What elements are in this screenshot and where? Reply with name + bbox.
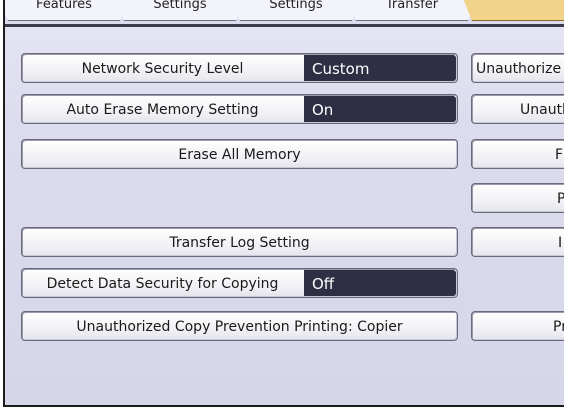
tab-label: Settings [269, 0, 323, 12]
right-button-row5-label: I [558, 235, 563, 251]
right-button-row5[interactable]: I [471, 227, 564, 257]
right-button-row4-label: P [557, 184, 564, 212]
right-button-row1[interactable]: Unauthorize [471, 53, 564, 83]
tab-transfer[interactable]: Transfer [347, 0, 477, 21]
erase-all-memory-button[interactable]: Erase All Memory [21, 139, 458, 169]
right-button-row2[interactable]: Unauth [471, 94, 564, 124]
unauthorized-copy-prevention-button[interactable]: Unauthorized Copy Prevention Printing: C… [21, 311, 458, 341]
detect-data-security-value: Off [304, 270, 456, 296]
transfer-log-setting-button[interactable]: Transfer Log Setting [21, 227, 458, 257]
tab-bar: Features Settings Settings Transfer [5, 0, 564, 27]
right-button-row7-label: Pr [553, 319, 564, 335]
erase-all-memory-label: Erase All Memory [178, 147, 301, 163]
tab-label: Features [36, 0, 92, 12]
tab-label: Settings [153, 0, 207, 12]
auto-erase-memory-button[interactable]: Auto Erase Memory Setting On [21, 94, 458, 124]
unauthorized-copy-prevention-label: Unauthorized Copy Prevention Printing: C… [76, 319, 403, 335]
network-security-level-label: Network Security Level [81, 61, 244, 77]
right-button-row7[interactable]: Pr [471, 311, 564, 341]
network-security-level-value: Custom [304, 55, 456, 81]
tab-settings-1[interactable]: Settings [115, 0, 245, 21]
tab-active[interactable] [463, 0, 564, 21]
auto-erase-memory-value: On [304, 96, 456, 122]
settings-panel: Features Settings Settings Transfer Netw… [3, 0, 564, 407]
tab-features[interactable]: Features [5, 0, 129, 21]
right-button-row4[interactable]: P [471, 183, 564, 213]
right-button-row1-label: Unauthorize [476, 61, 562, 77]
tab-label: Transfer [385, 0, 439, 12]
detect-data-security-label: Detect Data Security for Copying [46, 276, 279, 292]
right-button-row3-label: F [555, 147, 564, 163]
tab-settings-2[interactable]: Settings [231, 0, 361, 21]
network-security-level-button[interactable]: Network Security Level Custom [21, 53, 458, 83]
auto-erase-memory-label: Auto Erase Memory Setting [66, 102, 259, 118]
transfer-log-setting-label: Transfer Log Setting [169, 235, 310, 251]
detect-data-security-button[interactable]: Detect Data Security for Copying Off [21, 268, 458, 298]
right-button-row3[interactable]: F [471, 139, 564, 169]
right-button-row2-label: Unauth [520, 102, 564, 118]
